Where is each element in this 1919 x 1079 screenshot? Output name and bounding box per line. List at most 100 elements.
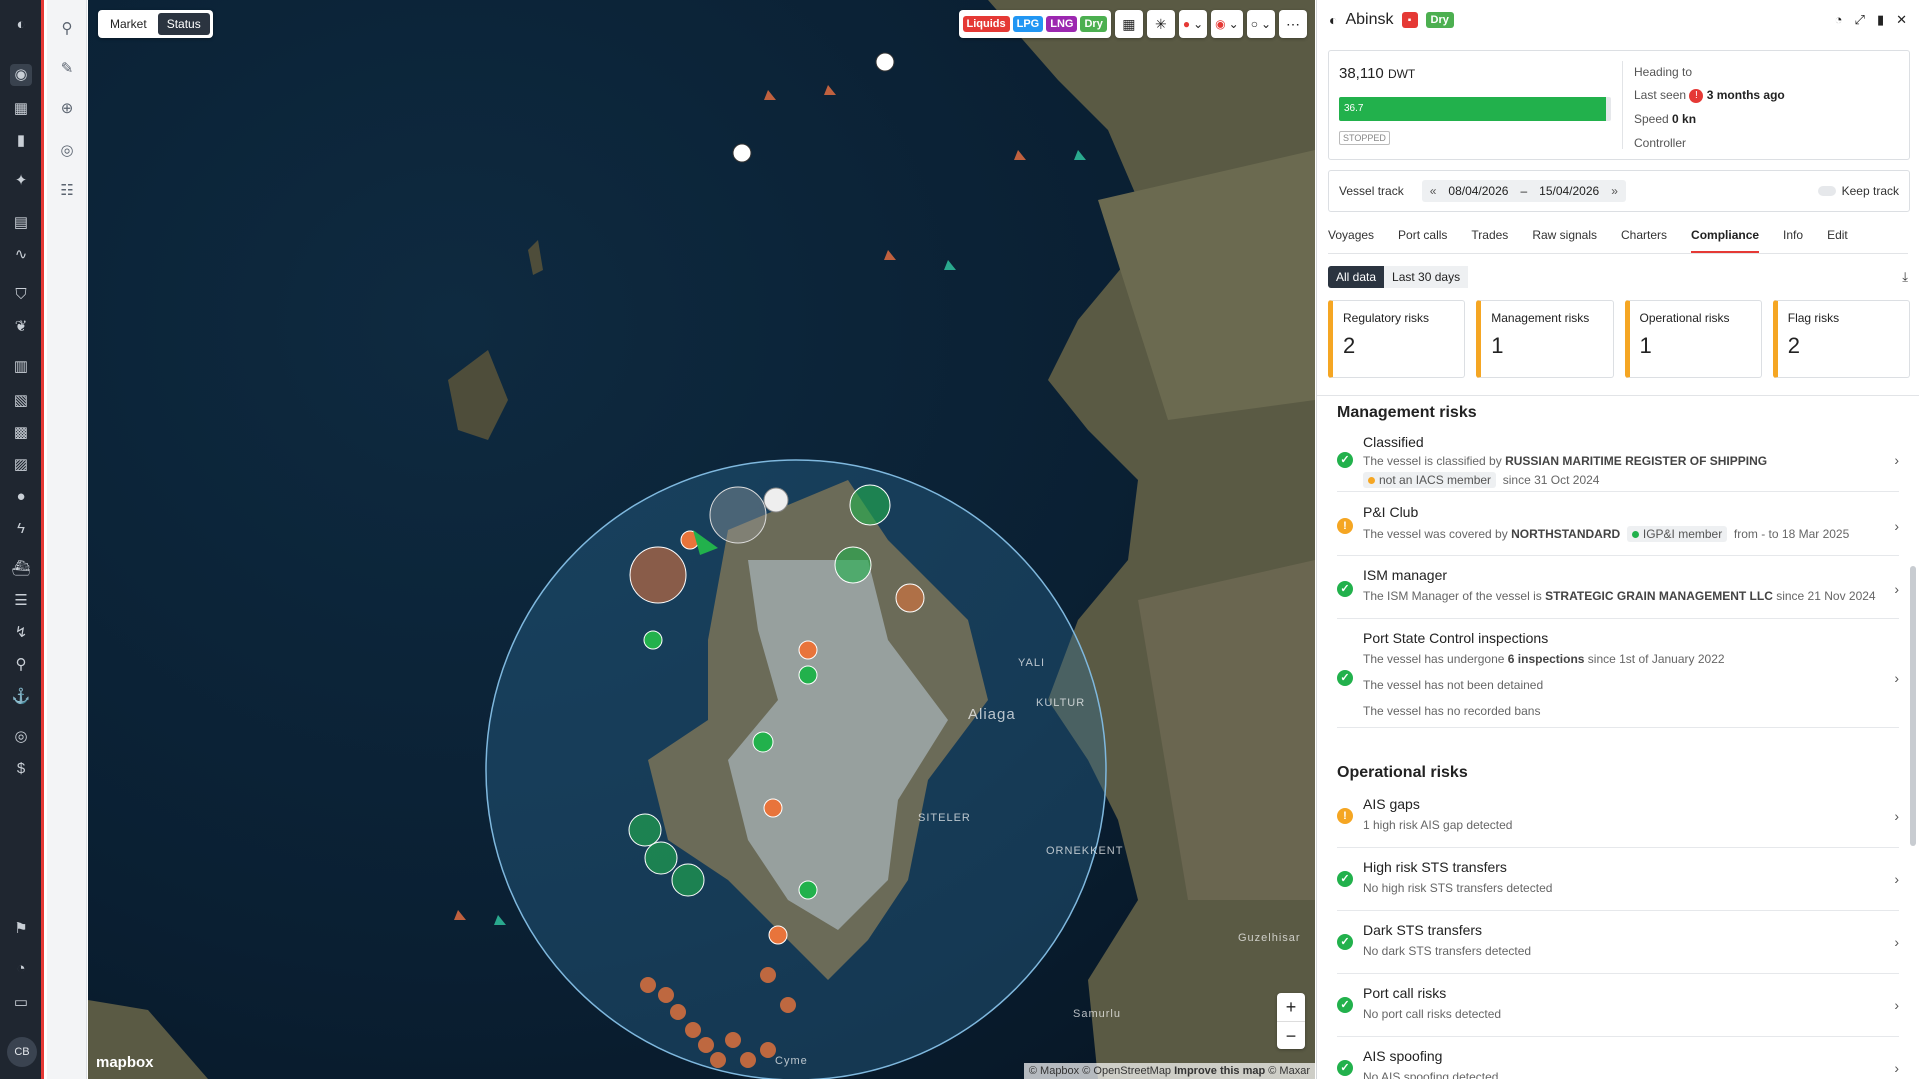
prev-range-icon[interactable]: «	[1430, 184, 1437, 198]
tab-voyages[interactable]: Voyages	[1328, 226, 1374, 253]
map-view[interactable]: YALI KULTUR Aliaga SITELER ORNEKKENT Guz…	[88, 0, 1315, 1079]
edit-icon[interactable]: ✎	[56, 58, 78, 80]
risk-item-port-call[interactable]: ✓ Port call risks No port call risks det…	[1337, 985, 1899, 1037]
tab-trades[interactable]: Trades	[1471, 226, 1508, 253]
oil-icon[interactable]: ▧	[10, 390, 32, 412]
layer-filter-2[interactable]: ◉ ⌄	[1211, 10, 1243, 38]
date-to[interactable]: 15/04/2026	[1539, 184, 1599, 198]
chevron-right-icon[interactable]: ›	[1894, 997, 1899, 1013]
tab-compliance[interactable]: Compliance	[1691, 226, 1760, 253]
document-icon[interactable]: ▥	[10, 356, 32, 378]
chip-liquids[interactable]: Liquids	[962, 16, 1010, 32]
chat-icon[interactable]: ▭	[10, 992, 32, 1014]
tab-raw-signals[interactable]: Raw signals	[1532, 226, 1597, 253]
app-logo-icon[interactable]: ◐	[10, 14, 32, 36]
chevron-right-icon[interactable]: ›	[1894, 871, 1899, 887]
sparkle-icon[interactable]: ✦	[10, 170, 32, 192]
bookmark-icon[interactable]: ▮	[10, 130, 32, 152]
toggle-status[interactable]: Status	[157, 13, 210, 35]
shield-icon[interactable]: ⛉	[10, 284, 32, 306]
route-icon[interactable]: ↯	[10, 622, 32, 644]
zoom-out-button[interactable]: −	[1277, 1021, 1305, 1049]
chip-lng[interactable]: LNG	[1046, 16, 1078, 32]
news-icon[interactable]: ▤	[10, 212, 32, 234]
radar-icon[interactable]: ◎	[10, 726, 32, 748]
crosshair-icon[interactable]: ⊕	[56, 98, 78, 120]
risk-item-desc: The vessel was covered by NORTHSTANDARD …	[1363, 526, 1849, 542]
activity-icon[interactable]: ∿	[10, 244, 32, 266]
attribution-maxar[interactable]: © Maxar	[1268, 1065, 1310, 1077]
attribution-osm[interactable]: © OpenStreetMap	[1082, 1065, 1171, 1077]
risk-card-label: Flag risks	[1787, 311, 1840, 325]
chevron-right-icon[interactable]: ›	[1894, 934, 1899, 950]
risk-card-management[interactable]: Management risks 1	[1476, 300, 1614, 378]
risk-item-dark-sts[interactable]: ✓ Dark STS transfers No dark STS transfe…	[1337, 922, 1899, 974]
keep-track-switch[interactable]	[1817, 186, 1836, 196]
dashboard-icon[interactable]: ▦	[10, 98, 32, 120]
tab-info[interactable]: Info	[1783, 226, 1803, 253]
flame-icon[interactable]: ●	[10, 486, 32, 508]
segment-all-data[interactable]: All data	[1328, 266, 1385, 288]
risk-card-flag[interactable]: Flag risks 2	[1772, 300, 1910, 378]
search-icon[interactable]: ⚲	[56, 18, 78, 40]
notification-bell-icon[interactable]: ◔	[10, 958, 32, 980]
signal-icon[interactable]: ◎	[56, 140, 78, 162]
next-range-icon[interactable]: »	[1611, 184, 1618, 198]
vessel-track-label: Vessel track	[1339, 184, 1404, 198]
chip-dry[interactable]: Dry	[1080, 16, 1107, 32]
risk-item-classified[interactable]: ✓ Classified The vessel is classified by…	[1337, 434, 1899, 492]
chart-icon[interactable]: ▩	[10, 422, 32, 444]
bolt-icon[interactable]: ϟ	[10, 518, 32, 540]
more-icon[interactable]: ⋯	[1279, 10, 1307, 38]
risk-card-regulatory[interactable]: Regulatory risks 2	[1328, 300, 1466, 378]
risk-item-high-risk-sts[interactable]: ✓ High risk STS transfers No high risk S…	[1337, 859, 1899, 911]
chip-lpg[interactable]: LPG	[1012, 16, 1044, 32]
toggle-market[interactable]: Market	[101, 13, 156, 35]
ship-icon[interactable]: ⛴	[10, 558, 32, 580]
attribution-improve[interactable]: Improve this map	[1174, 1065, 1265, 1077]
segment-last-30-days[interactable]: Last 30 days	[1384, 266, 1469, 288]
risk-card-operational[interactable]: Operational risks 1	[1624, 300, 1762, 378]
tab-charters[interactable]: Charters	[1621, 226, 1667, 253]
user-avatar[interactable]: CB	[7, 1037, 37, 1067]
risk-item-ism-manager[interactable]: ✓ ISM manager The ISM Manager of the ves…	[1337, 567, 1899, 619]
risk-item-psc-inspections[interactable]: ✓ Port State Control inspections The ves…	[1337, 630, 1899, 728]
tab-port-calls[interactable]: Port calls	[1398, 226, 1447, 253]
risk-details-list[interactable]: Management risks ✓ Classified The vessel…	[1317, 395, 1919, 1079]
date-from[interactable]: 08/04/2026	[1448, 184, 1508, 198]
expand-icon[interactable]: ⤢	[1855, 12, 1865, 28]
dollar-icon[interactable]: $	[10, 758, 32, 780]
layer-filter-1[interactable]: ● ⌄	[1178, 10, 1208, 38]
risk-item-title: Port State Control inspections	[1363, 630, 1549, 646]
close-icon[interactable]: ✕	[1896, 12, 1907, 28]
chevron-right-icon[interactable]: ›	[1894, 670, 1899, 686]
risk-item-ais-gaps[interactable]: ! AIS gaps 1 high risk AIS gap detected …	[1337, 796, 1899, 848]
layer-filter-3[interactable]: ○ ⌄	[1246, 10, 1275, 38]
heading-to-label: Heading to	[1634, 65, 1693, 79]
download-icon[interactable]: ⤓	[1902, 269, 1908, 285]
risk-item-pi-club[interactable]: ! P&I Club The vessel was covered by NOR…	[1337, 504, 1899, 556]
tab-edit[interactable]: Edit	[1827, 226, 1848, 253]
bookmark-icon[interactable]: ▮	[1877, 12, 1884, 28]
chevron-right-icon[interactable]: ›	[1894, 808, 1899, 824]
leaf-icon[interactable]: ❦	[10, 316, 32, 338]
snowflake-icon[interactable]: ✳	[1146, 10, 1175, 38]
ship-search-icon[interactable]: ⚲	[10, 654, 32, 676]
chevron-right-icon[interactable]: ›	[1894, 518, 1899, 534]
chevron-right-icon[interactable]: ›	[1894, 452, 1899, 468]
list-icon[interactable]: ☰	[10, 590, 32, 612]
flag-icon[interactable]: ⚑	[10, 918, 32, 940]
globe-icon[interactable]: ◉	[10, 64, 32, 86]
list-scrollbar[interactable]	[1910, 566, 1916, 846]
grid-view-icon[interactable]: ▦	[1114, 10, 1143, 38]
chevron-right-icon[interactable]: ›	[1894, 1060, 1899, 1076]
speed-value: 0 kn	[1672, 112, 1697, 126]
risk-item-ais-spoofing[interactable]: ✓ AIS spoofing No AIS spoofing detected …	[1337, 1048, 1899, 1079]
layers-icon[interactable]: ☷	[56, 180, 78, 202]
anchor-icon[interactable]: ⚓	[10, 686, 32, 708]
chevron-right-icon[interactable]: ›	[1894, 581, 1899, 597]
zoom-in-button[interactable]: +	[1277, 993, 1305, 1021]
attribution-mapbox[interactable]: © Mapbox	[1029, 1065, 1079, 1077]
lng-icon[interactable]: ▨	[10, 454, 32, 476]
bell-icon[interactable]: ◔	[1835, 12, 1843, 28]
